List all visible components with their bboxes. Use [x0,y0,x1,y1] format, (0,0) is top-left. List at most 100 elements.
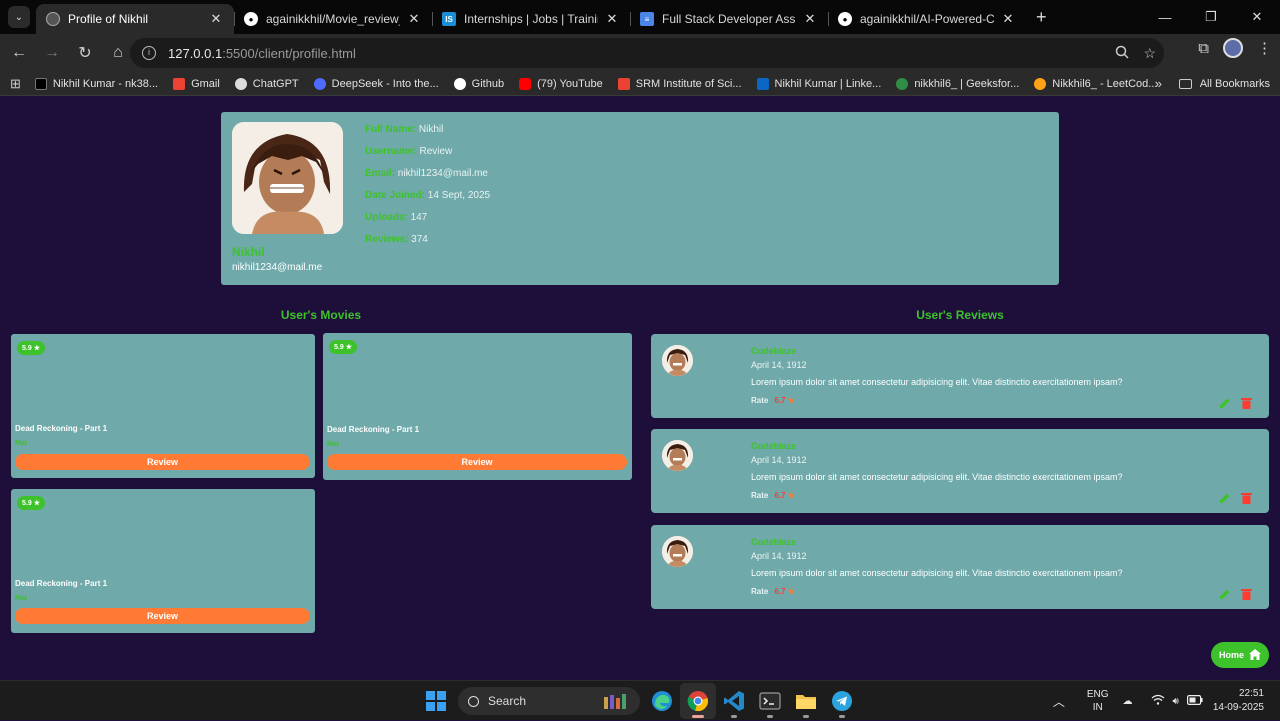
field-value: 147 [410,212,428,223]
review-date: April 14, 1912 [751,551,807,561]
close-tab-icon[interactable]: ✕ [604,11,620,27]
field-label: Reviews: [365,234,409,245]
new-tab-button[interactable]: + [1026,7,1057,34]
wifi-icon[interactable] [1151,694,1165,708]
search-highlight-icon [604,694,626,709]
edit-icon[interactable] [1219,396,1231,414]
close-tab-icon[interactable]: ✕ [406,11,422,27]
tab-internshala[interactable]: IS Internships | Jobs | Trainings & | ✕ [432,4,630,34]
review-actions [1219,396,1252,414]
bookmark-item[interactable]: nikkhil6_ | Geeksfor... [896,77,1019,90]
reload-icon[interactable]: ↻ [70,38,100,68]
review-button[interactable]: Review [15,608,310,624]
bookmark-item[interactable]: SRM Institute of Sci... [617,77,742,90]
extensions-icon[interactable]: ⧉ [1198,40,1209,57]
more-bookmarks-icon[interactable]: » [1155,76,1162,91]
bookmark-item[interactable]: Gmail [173,77,220,90]
tab-title: againikkhil/Movie_review_platfo [266,12,400,26]
rating-badge: 5.9 ★ [329,340,358,354]
bookmark-label: DeepSeek - Into the... [331,77,439,90]
telegram-icon[interactable] [824,683,860,719]
github-icon: ● [838,12,852,26]
field-label: Email: [365,168,396,179]
review-rate: Rate 6.7 ★ [751,396,795,405]
tab-ai-collab-repo[interactable]: ● againikkhil/AI-Powered-Collabo ✕ [828,4,1026,34]
reviewer-avatar [662,536,693,567]
bookmark-item[interactable]: Nikkhil6_ - LeetCod... [1034,77,1157,90]
site-info-icon[interactable]: i [142,46,156,60]
onedrive-cloud-icon[interactable]: ☁ [1123,696,1133,707]
movie-title: Dead Reckoning - Part 1 [15,424,108,433]
edit-icon[interactable] [1219,587,1231,605]
field-uploads: Uploads: 147 [365,212,427,223]
clock[interactable]: 22:51 14-09-2025 [1213,687,1264,715]
review-text: Lorem ipsum dolor sit amet consectetur a… [751,568,1123,578]
review-button[interactable]: Review [327,454,627,470]
terminal-icon[interactable] [752,683,788,719]
apps-grid-icon[interactable]: ⊞ [10,76,21,92]
volume-icon[interactable]: 🔊︎ [1173,696,1179,707]
github-icon: ● [244,12,258,26]
forward-icon[interactable]: → [37,38,67,68]
tab-docs-assignment[interactable]: ≡ Full Stack Developer Assignmen ✕ [630,4,828,34]
bookmark-item[interactable]: ChatGPT [234,77,299,90]
address-bar[interactable]: i 127.0.0.1:5500/client/profile.html ☆ [130,38,1164,68]
bookmark-label: SRM Institute of Sci... [635,77,742,90]
home-button[interactable]: Home [1211,642,1269,668]
all-bookmarks-button[interactable]: All Bookmarks [1178,78,1270,90]
review-card: Codeblaze April 14, 1912 Lorem ipsum dol… [651,525,1269,609]
movie-card[interactable]: 5.9 ★ Dead Reckoning - Part 1 Mat Review [323,333,632,480]
delete-icon[interactable] [1241,396,1252,414]
bookmark-item[interactable]: Nikhil Kumar - nk38... [34,77,158,90]
rate-label: Rate [751,396,769,405]
file-explorer-icon[interactable] [788,683,824,719]
tab-search-button[interactable]: ⌄ [8,6,30,28]
tab-profile[interactable]: Profile of Nikhil ✕ [36,4,234,34]
bookmark-item[interactable]: Nikhil Kumar | Linke... [756,77,881,90]
close-window-icon[interactable]: ✕ [1234,0,1280,34]
tab-movie-review-repo[interactable]: ● againikkhil/Movie_review_platfo ✕ [234,4,432,34]
language-indicator[interactable]: ENG IN [1087,688,1109,714]
field-label: Full Name: [365,124,417,135]
window-controls: — ❐ ✕ [1142,0,1280,34]
profile-avatar-icon[interactable] [1223,38,1243,58]
review-actions [1219,491,1252,509]
delete-icon[interactable] [1241,587,1252,605]
vscode-icon[interactable] [716,683,752,719]
delete-icon[interactable] [1241,491,1252,509]
star-icon: ★ [33,345,41,352]
menu-kebab-icon[interactable]: ⋮ [1257,39,1272,57]
linkedin-icon [756,77,769,90]
edge-icon[interactable] [644,683,680,719]
chrome-icon[interactable] [680,683,716,719]
bookmark-item[interactable]: (79) YouTube [519,77,603,90]
field-full-name: Full Name: Nikhil [365,124,443,135]
close-tab-icon[interactable]: ✕ [208,11,224,27]
home-button-label: Home [1218,650,1244,660]
battery-icon[interactable] [1186,694,1203,708]
clock-date: 14-09-2025 [1212,702,1264,713]
zoom-search-icon[interactable] [1115,45,1129,62]
restore-icon[interactable]: ❐ [1188,0,1234,34]
internshala-icon: IS [442,12,456,26]
movie-card[interactable]: 5.9 ★ Dead Reckoning - Part 1 Mat Review [11,334,315,478]
review-button[interactable]: Review [15,454,310,470]
review-actions [1219,587,1252,605]
bookmark-item[interactable]: DeepSeek - Into the... [313,77,439,90]
close-tab-icon[interactable]: ✕ [802,11,818,27]
back-icon[interactable]: ← [4,38,34,68]
bookmark-star-icon[interactable]: ☆ [1143,45,1156,62]
profile-picture [232,122,343,234]
edit-icon[interactable] [1219,491,1231,509]
movie-card[interactable]: 5.9 ★ Dead Reckoning - Part 1 Mat Review [11,489,315,633]
close-tab-icon[interactable]: ✕ [1000,11,1016,27]
minimize-icon[interactable]: — [1142,0,1188,34]
globe-icon [46,12,60,26]
bookmark-label: (79) YouTube [537,77,603,90]
taskbar-search[interactable]: Search [458,687,640,715]
home-icon[interactable]: ⌂ [103,38,133,68]
bookmark-item[interactable]: Github [453,77,504,90]
field-value: Nikhil [418,124,444,135]
chevron-up-icon[interactable]: ︿ [1053,693,1065,710]
windows-start-icon[interactable] [426,691,446,711]
